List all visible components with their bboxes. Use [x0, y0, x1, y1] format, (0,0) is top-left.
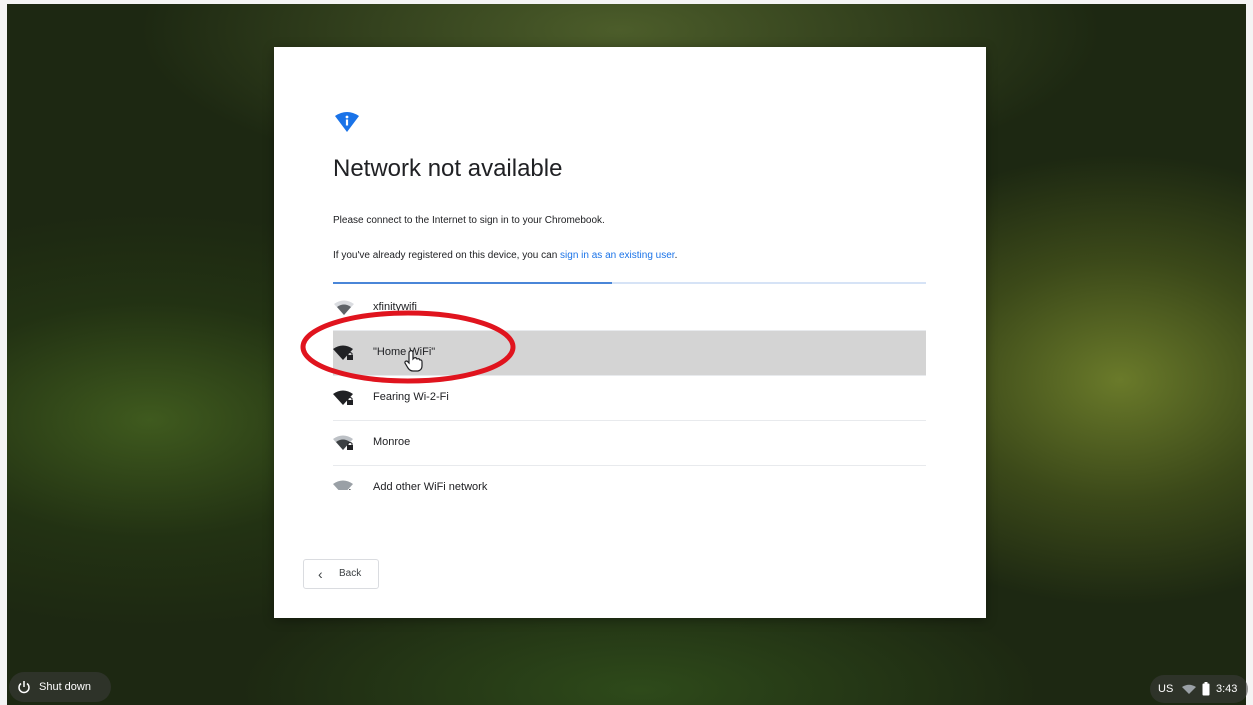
network-name: xfinitywifi [373, 301, 418, 313]
wifi-info-icon [335, 112, 359, 132]
scan-progress-bar [333, 282, 926, 284]
existing-user-prefix: If you've already registered on this dev… [333, 250, 561, 261]
network-name: "Home WiFi" [373, 346, 436, 358]
add-other-network-row[interactable]: Add other WiFi network [333, 466, 926, 490]
sign-in-existing-user-link[interactable]: sign in as an existing user [560, 250, 675, 261]
wifi-locked-icon [333, 435, 353, 450]
existing-user-text: If you've already registered on this dev… [333, 250, 677, 261]
power-icon [18, 681, 30, 694]
wifi-status-icon [1182, 684, 1196, 694]
shut-down-label: Shut down [39, 681, 91, 693]
wifi-add-icon [333, 480, 353, 490]
network-row-xfinitywifi[interactable]: xfinitywifi [333, 286, 926, 331]
shut-down-button[interactable]: Shut down [9, 672, 111, 702]
scan-progress-fill [333, 282, 612, 284]
network-name: Fearing Wi-2-Fi [373, 391, 449, 403]
back-button[interactable]: ‹ Back [303, 559, 379, 589]
wifi-locked-icon [333, 390, 353, 405]
keyboard-language: US [1158, 683, 1174, 695]
network-row-monroe[interactable]: Monroe [333, 421, 926, 466]
network-list[interactable]: xfinitywifi "Home WiFi" Fearing Wi-2-Fi [333, 286, 926, 490]
existing-user-suffix: . [674, 250, 678, 261]
screen-frame-top [0, 0, 1253, 4]
screen-frame-right [1246, 0, 1253, 705]
network-dialog: Network not available Please connect to … [274, 47, 986, 618]
network-row-fearing-wi-2-fi[interactable]: Fearing Wi-2-Fi [333, 376, 926, 421]
battery-icon [1202, 682, 1210, 696]
wifi-icon [334, 300, 354, 315]
wifi-locked-icon [333, 345, 353, 360]
network-name: Add other WiFi network [373, 481, 488, 490]
page-title: Network not available [333, 155, 563, 182]
status-tray[interactable]: US 3:43 [1150, 675, 1248, 703]
back-button-label: Back [339, 568, 362, 579]
connect-instructions: Please connect to the Internet to sign i… [333, 215, 605, 226]
chevron-left-icon: ‹ [318, 566, 323, 582]
clock: 3:43 [1216, 683, 1238, 695]
network-name: Monroe [373, 436, 411, 448]
network-row-home-wifi[interactable]: "Home WiFi" [333, 331, 926, 376]
screen-frame-left [0, 0, 7, 705]
